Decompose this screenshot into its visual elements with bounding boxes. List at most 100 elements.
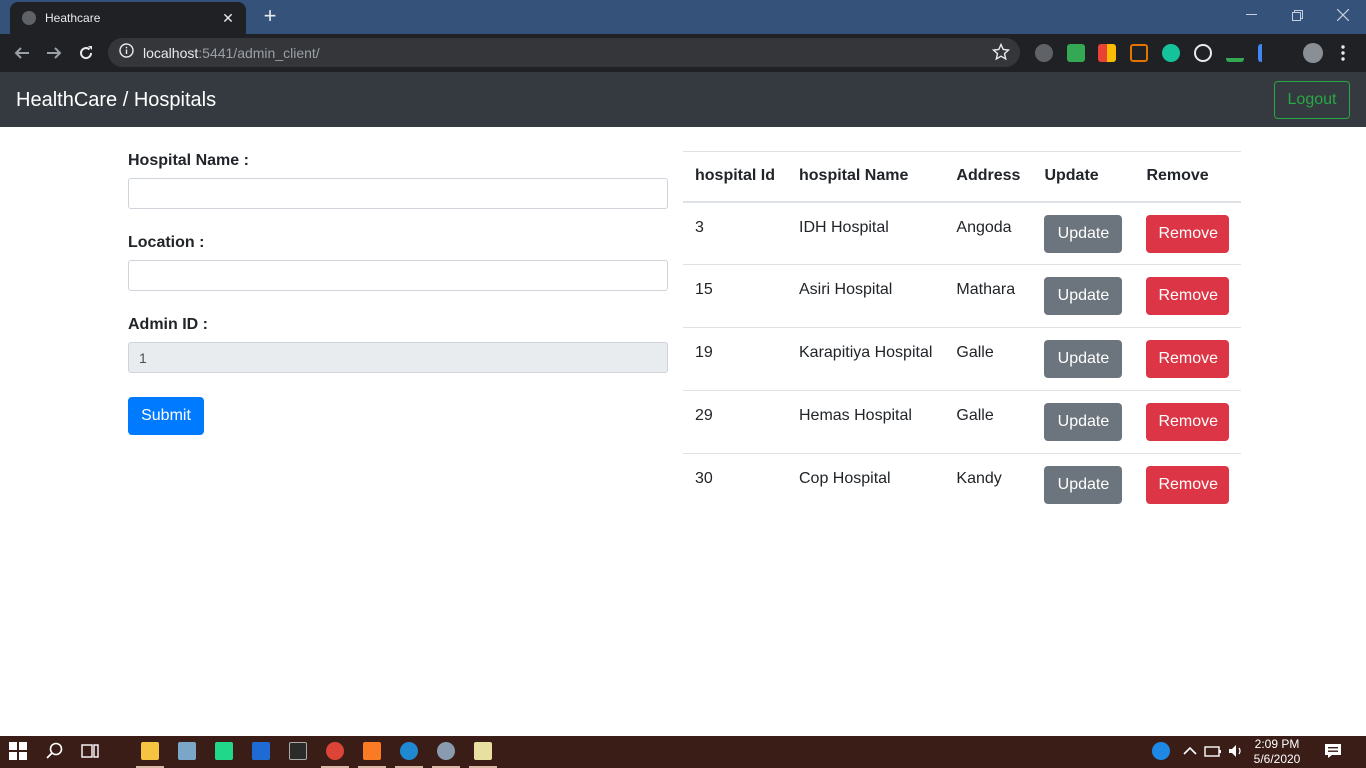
help-icon[interactable] — [1152, 742, 1170, 760]
location-input[interactable] — [128, 260, 668, 291]
cell-remove: Remove — [1134, 202, 1241, 265]
admin-id-label: Admin ID : — [128, 316, 208, 333]
extension-list-icon[interactable] — [1130, 44, 1148, 62]
extension-pen-icon[interactable] — [1258, 44, 1276, 62]
notifications-icon[interactable] — [1324, 742, 1342, 760]
new-tab-button[interactable]: + — [258, 5, 282, 29]
taskbar: 2:09 PM 5/6/2020 — [0, 736, 1366, 768]
header-hospital-id: hospital Id — [683, 151, 787, 203]
forward-arrow-icon[interactable] — [40, 39, 68, 67]
cell-address: Kandy — [944, 453, 1033, 517]
cell-remove: Remove — [1134, 390, 1242, 454]
submit-button[interactable]: Submit — [128, 397, 204, 435]
url-host: localhost — [143, 44, 199, 61]
extension-eyedropper-icon[interactable] — [1226, 44, 1244, 62]
terminal-icon[interactable] — [289, 742, 307, 760]
cell-remove: Remove — [1134, 264, 1242, 328]
app-navbar: HealthCare / Hospitals Logout — [0, 72, 1366, 127]
remove-button[interactable]: Remove — [1146, 214, 1230, 253]
cell-update: Update — [1032, 327, 1135, 391]
logout-button[interactable]: Logout — [1274, 81, 1350, 119]
cell-address: Galle — [944, 390, 1033, 454]
profile-avatar[interactable] — [1303, 43, 1323, 63]
remove-button[interactable]: Remove — [1146, 466, 1230, 504]
table-row: 30 Cop Hospital Kandy Update Remove — [683, 453, 1242, 517]
hospital-name-input[interactable] — [128, 178, 668, 209]
update-button[interactable]: Update — [1044, 340, 1123, 378]
extension-react-icon[interactable] — [1194, 44, 1212, 62]
table-row: 29 Hemas Hospital Galle Update Remove — [683, 390, 1242, 454]
volume-icon[interactable] — [1227, 742, 1245, 760]
info-icon[interactable] — [119, 42, 134, 63]
settings-gear-icon[interactable] — [437, 742, 455, 760]
table-row: 3 IDH Hospital Angoda Update Remove — [683, 202, 1241, 265]
browser-tab[interactable]: Heathcare ✕ — [10, 2, 246, 34]
notepad-icon[interactable] — [474, 742, 492, 760]
battery-icon[interactable] — [1204, 742, 1222, 760]
cell-hospital-name: Karapitiya Hospital — [787, 327, 945, 391]
chevron-up-icon[interactable] — [1181, 742, 1199, 760]
file-explorer-icon[interactable] — [141, 742, 159, 760]
cell-hospital-name: IDH Hospital — [799, 218, 889, 236]
header-update: Update — [1032, 151, 1135, 203]
browser-tabstrip: Heathcare ✕ + — [0, 0, 1366, 34]
remove-button[interactable]: Remove — [1146, 340, 1230, 378]
edge-icon[interactable] — [400, 742, 418, 760]
cell-update: Update — [1032, 453, 1135, 517]
minimize-icon[interactable] — [1228, 0, 1274, 30]
extension-colorful-icon[interactable] — [1098, 44, 1116, 62]
remove-button[interactable]: Remove — [1146, 277, 1230, 315]
cell-remove: Remove — [1134, 327, 1242, 391]
update-button[interactable]: Update — [1044, 466, 1123, 504]
cell-address: Galle — [944, 327, 1033, 391]
update-button[interactable]: Update — [1044, 403, 1123, 441]
cell-hospital-id: 30 — [683, 453, 787, 517]
address-bar[interactable]: localhost:5441/admin_client/ — [108, 38, 1020, 67]
intellij-icon[interactable] — [252, 742, 270, 760]
table-row: 15 Asiri Hospital Mathara Update Remove — [683, 264, 1242, 328]
page-title: HealthCare / Hospitals — [16, 89, 217, 111]
task-view-icon[interactable] — [81, 742, 99, 760]
chrome-icon[interactable] — [326, 742, 344, 760]
cell-remove: Remove — [1134, 453, 1242, 517]
cell-hospital-id: 29 — [683, 390, 787, 454]
reload-icon[interactable] — [72, 39, 100, 67]
tab-close-icon[interactable]: ✕ — [220, 10, 236, 27]
menu-kebab-icon[interactable] — [1336, 44, 1350, 62]
url-text: localhost:5441/admin_client/ — [143, 45, 320, 61]
admin-id-input[interactable] — [128, 342, 668, 373]
xampp-icon[interactable] — [363, 742, 381, 760]
update-button[interactable]: Update — [1044, 214, 1123, 253]
cell-address: Mathara — [944, 264, 1033, 328]
cell-address: Angoda — [956, 218, 1012, 236]
clock-date: 5/6/2020 — [1253, 752, 1301, 766]
header-remove: Remove — [1134, 151, 1242, 203]
bookmark-star-icon[interactable] — [991, 42, 1011, 61]
back-arrow-icon[interactable] — [8, 39, 36, 67]
cell-hospital-id: 15 — [683, 264, 787, 328]
url-path: :5441/admin_client/ — [198, 44, 320, 61]
update-button[interactable]: Update — [1044, 277, 1123, 315]
header-address: Address — [944, 151, 1033, 203]
cell-hospital-name: Asiri Hospital — [787, 264, 945, 328]
system-clock[interactable]: 2:09 PM 5/6/2020 — [1244, 737, 1310, 767]
extension-grammarly-icon[interactable] — [1162, 44, 1180, 62]
pycharm-icon[interactable] — [215, 742, 233, 760]
photos-icon[interactable] — [178, 742, 196, 760]
globe-icon — [22, 11, 36, 25]
remove-button[interactable]: Remove — [1146, 403, 1230, 441]
restore-icon[interactable] — [1274, 0, 1320, 30]
extension-shield-icon[interactable] — [1035, 44, 1053, 62]
windows-start-icon[interactable] — [9, 742, 27, 760]
location-label: Location : — [128, 234, 205, 251]
tab-title: Heathcare — [45, 11, 101, 25]
cell-hospital-id: 3 — [695, 218, 704, 236]
search-icon[interactable] — [46, 742, 64, 760]
extension-adblock-icon[interactable] — [1067, 44, 1085, 62]
cell-hospital-name: Cop Hospital — [787, 453, 945, 517]
header-hospital-name: hospital Name — [787, 151, 945, 203]
table-row: 19 Karapitiya Hospital Galle Update Remo… — [683, 327, 1242, 391]
cell-hospital-name: Hemas Hospital — [787, 390, 945, 454]
close-window-icon[interactable] — [1320, 0, 1366, 30]
cell-update: Update — [1032, 202, 1134, 265]
